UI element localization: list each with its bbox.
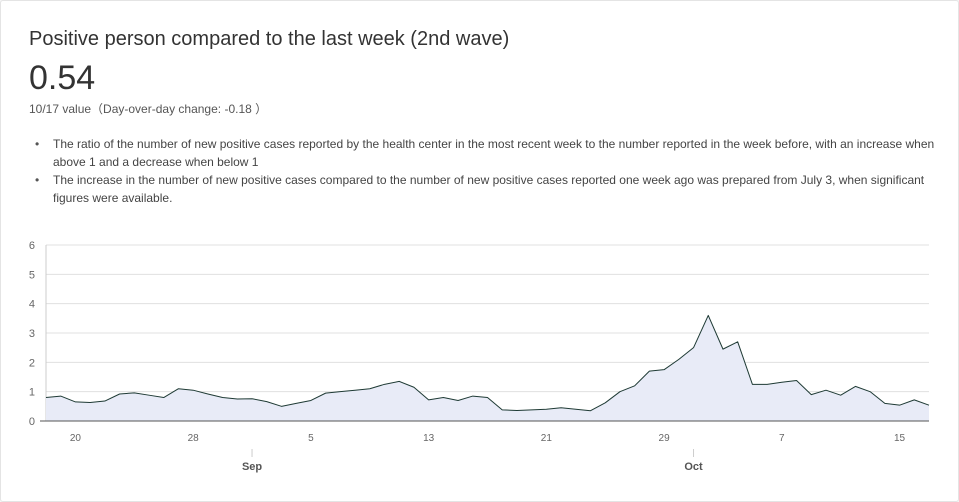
chart-card: Positive person compared to the last wee… bbox=[0, 0, 959, 502]
value-subtitle: 10/17 value（Day-over-day change: -0.18 ） bbox=[29, 102, 268, 116]
note-item: The increase in the number of new positi… bbox=[29, 171, 939, 207]
headline-value: 0.54 bbox=[29, 59, 96, 97]
notes-list: The ratio of the number of new positive … bbox=[29, 135, 939, 207]
card-title: Positive person compared to the last wee… bbox=[29, 28, 510, 50]
note-item: The ratio of the number of new positive … bbox=[29, 135, 939, 171]
